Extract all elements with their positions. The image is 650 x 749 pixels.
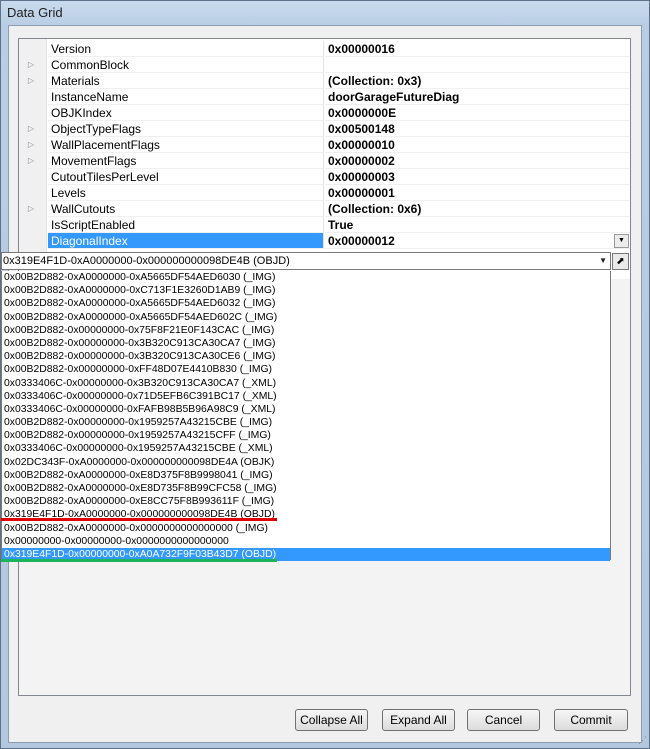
property-value[interactable]: (Collection: 0x3) — [325, 73, 630, 89]
property-name[interactable]: InstanceName — [48, 89, 324, 105]
expand-arrow-icon[interactable]: ▷ — [26, 139, 36, 151]
property-value[interactable]: 0x00000016 — [325, 41, 630, 57]
collapse-all-button[interactable]: Collapse All — [295, 709, 368, 731]
dropdown-item[interactable]: 0x00B2D882-0x00000000-0x3B320C913CA30CA7… — [2, 337, 610, 350]
property-value[interactable]: (Collection: 0x6) — [325, 201, 630, 217]
expand-arrow-icon[interactable]: ▷ — [26, 59, 36, 71]
dropdown-item[interactable]: 0x00B2D882-0xA0000000-0xC713F1E3260D1AB9… — [2, 284, 610, 297]
property-value[interactable]: 0x00000010 — [325, 137, 630, 153]
property-row[interactable]: CutoutTilesPerLevel 0x00000003 — [19, 169, 630, 185]
dropdown-item[interactable]: 0x02DC343F-0xA0000000-0x000000000098DE4A… — [2, 456, 610, 469]
property-name[interactable]: WallPlacementFlags — [48, 137, 324, 153]
property-row[interactable]: IsScriptEnabled True — [19, 217, 630, 233]
dropdown-item[interactable]: 0x00B2D882-0x00000000-0x75F8F21E0F143CAC… — [2, 324, 610, 337]
combo-selected-text: 0x319E4F1D-0xA0000000-0x000000000098DE4B… — [3, 255, 290, 267]
expand-arrow-icon[interactable]: ▷ — [26, 203, 36, 215]
property-row[interactable]: Version 0x00000016 — [19, 41, 630, 57]
dropdown-item[interactable]: 0x00B2D882-0xA0000000-0xE8CC75F8B993611F… — [2, 495, 610, 508]
data-grid-window: Data Grid Version 0x00000016 ▷ CommonBlock ▷… — [0, 0, 650, 749]
property-value[interactable]: 0x0000000E — [325, 105, 630, 121]
property-value[interactable]: doorGarageFutureDiag — [325, 89, 630, 105]
property-row[interactable]: ▷ ObjectTypeFlags 0x00500148 — [19, 121, 630, 137]
property-value[interactable]: 0x00000012 — [325, 233, 630, 249]
dropdown-item[interactable]: 0x00B2D882-0xA0000000-0xA5665DF54AED6032… — [2, 297, 610, 310]
property-name[interactable]: Levels — [48, 185, 324, 201]
expand-all-button[interactable]: Expand All — [382, 709, 455, 731]
dropdown-item[interactable]: 0x00B2D882-0x00000000-0x1959257A43215CBE… — [2, 416, 610, 429]
resize-grip-icon[interactable]: ⋰ — [635, 734, 647, 746]
expand-arrow-icon[interactable]: ▷ — [26, 75, 36, 87]
dropdown-item[interactable]: 0x00B2D882-0xA0000000-0x0000000000000000… — [2, 522, 610, 535]
green-annotation-underline — [1, 559, 277, 562]
property-name[interactable]: Version — [48, 41, 324, 57]
property-value[interactable]: 0x00000003 — [325, 169, 630, 185]
dropdown-item[interactable]: 0x00B2D882-0xA0000000-0xA5665DF54AED6030… — [2, 271, 610, 284]
combo-accept-icon[interactable]: ⬈ — [612, 253, 629, 270]
property-row[interactable]: ▷ WallPlacementFlags 0x00000010 — [19, 137, 630, 153]
property-row[interactable]: ▷ Materials (Collection: 0x3) — [19, 73, 630, 89]
window-title: Data Grid — [7, 5, 63, 20]
dropdown-item[interactable]: 0x00B2D882-0x00000000-0x1959257A43215CFF… — [2, 429, 610, 442]
property-row[interactable]: ▷ CommonBlock — [19, 57, 630, 73]
property-value[interactable]: 0x00000002 — [325, 153, 630, 169]
property-name[interactable]: MovementFlags — [48, 153, 324, 169]
red-annotation-underline — [1, 518, 277, 521]
property-name[interactable]: ObjectTypeFlags — [48, 121, 324, 137]
dropdown-item[interactable]: 0x00B2D882-0xA0000000-0xA5665DF54AED602C… — [2, 311, 610, 324]
property-name[interactable]: Materials — [48, 73, 324, 89]
property-row[interactable]: ▷ MovementFlags 0x00000002 — [19, 153, 630, 169]
property-value[interactable]: True — [325, 217, 630, 233]
chevron-down-icon[interactable]: ▼ — [599, 254, 607, 268]
property-name[interactable]: CutoutTilesPerLevel — [48, 169, 324, 185]
dropdown-item[interactable]: 0x00B2D882-0x00000000-0x3B320C913CA30CE6… — [2, 350, 610, 363]
dropdown-item[interactable]: 0x0333406C-0x00000000-0x71D5EFB6C391BC17… — [2, 390, 610, 403]
property-name[interactable]: DiagonalIndex — [48, 233, 324, 249]
property-value[interactable]: 0x00000001 — [325, 185, 630, 201]
property-row[interactable]: DiagonalIndex 0x00000012 ▼ — [19, 233, 630, 249]
property-name[interactable]: CommonBlock — [48, 57, 324, 73]
property-row[interactable]: InstanceName doorGarageFutureDiag — [19, 89, 630, 105]
property-name[interactable]: IsScriptEnabled — [48, 217, 324, 233]
cancel-button[interactable]: Cancel — [467, 709, 540, 731]
property-name[interactable]: OBJKIndex — [48, 105, 324, 121]
dropdown-item[interactable]: 0x00B2D882-0x00000000-0xFF48D07E4410B830… — [2, 363, 610, 376]
value-dropdown-button[interactable]: ▼ — [614, 234, 629, 248]
commit-button[interactable]: Commit — [554, 709, 628, 731]
dropdown-item[interactable]: 0x0333406C-0x00000000-0x3B320C913CA30CA7… — [2, 377, 610, 390]
property-value[interactable]: 0x00500148 — [325, 121, 630, 137]
property-value[interactable] — [325, 57, 630, 73]
dropdown-item[interactable]: 0x00B2D882-0xA0000000-0xE8D735F8B99CFC58… — [2, 482, 610, 495]
property-name[interactable]: WallCutouts — [48, 201, 324, 217]
expand-arrow-icon[interactable]: ▷ — [26, 123, 36, 135]
dropdown-item[interactable]: 0x00B2D882-0xA0000000-0xE8D375F8B9998041… — [2, 469, 610, 482]
expand-arrow-icon[interactable]: ▷ — [26, 155, 36, 167]
property-row[interactable]: OBJKIndex 0x0000000E — [19, 105, 630, 121]
diagonal-index-combo[interactable]: 0x319E4F1D-0xA0000000-0x000000000098DE4B… — [1, 252, 611, 270]
title-bar[interactable]: Data Grid — [1, 1, 649, 25]
dropdown-list[interactable]: 0x00B2D882-0xA0000000-0xA5665DF54AED6030… — [1, 271, 611, 562]
dropdown-item[interactable]: 0x00000000-0x00000000-0x0000000000000000 — [2, 535, 610, 548]
property-rows: Version 0x00000016 ▷ CommonBlock ▷ Materials(… — [19, 41, 630, 249]
dropdown-item[interactable]: 0x0333406C-0x00000000-0xFAFB98B5B96A98C9… — [2, 403, 610, 416]
property-row[interactable]: ▷ WallCutouts (Collection: 0x6) — [19, 201, 630, 217]
property-row[interactable]: Levels 0x00000001 — [19, 185, 630, 201]
dropdown-item[interactable]: 0x0333406C-0x00000000-0x1959257A43215CBE… — [2, 442, 610, 455]
